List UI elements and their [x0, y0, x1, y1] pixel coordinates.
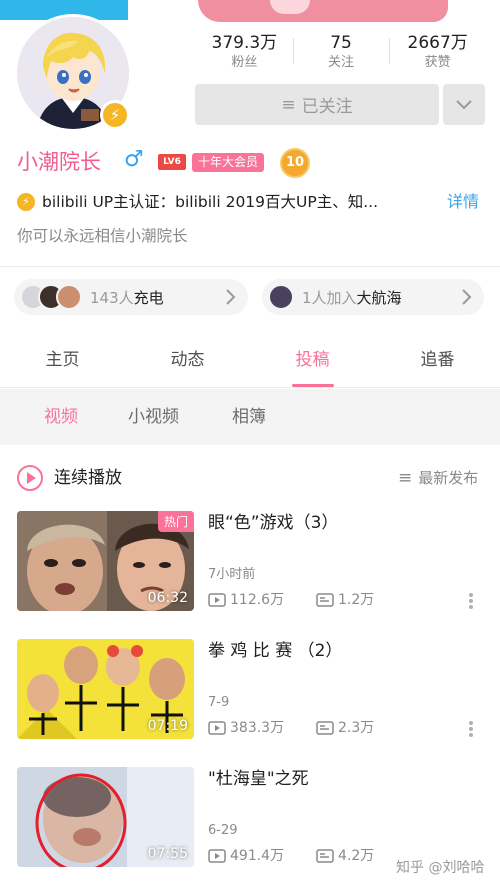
video-duration: 07:19 — [147, 718, 188, 734]
danmaku-count-value: 2.3万 — [338, 720, 375, 736]
more-options-icon[interactable] — [468, 591, 474, 611]
charge-label: 充电 — [133, 288, 164, 307]
tab-uploads[interactable]: 投稿 — [250, 333, 375, 387]
hot-badge: 热门 — [157, 511, 194, 532]
play-count-value: 491.4万 — [230, 848, 285, 864]
danmaku-icon — [316, 849, 334, 863]
supporter-avatar — [268, 284, 294, 310]
subtab-albums[interactable]: 相簿 — [232, 406, 266, 428]
play-count-value: 112.6万 — [230, 592, 285, 608]
followed-button[interactable]: ≡ 已关注 — [195, 84, 439, 125]
vip-badge[interactable]: 十年大会员 — [192, 153, 265, 172]
charge-supporters[interactable]: 143人充电 — [14, 279, 248, 315]
stat-label: 关注 — [328, 55, 355, 70]
play-count-value: 383.3万 — [230, 720, 285, 736]
video-duration: 06:32 — [147, 590, 188, 606]
followed-label: 已关注 — [301, 97, 353, 117]
stat-label: 粉丝 — [231, 55, 258, 70]
menu-icon: ≡ — [281, 94, 296, 115]
sort-selector[interactable]: ≡ 最新发布 — [398, 467, 478, 489]
video-time: 7小时前 — [208, 567, 256, 582]
profile-name: 小潮院长 — [17, 150, 101, 174]
fleet-text: 1人加入大航海 — [302, 287, 402, 308]
play-count-icon — [208, 593, 226, 607]
fleet-label: 大航海 — [356, 288, 402, 307]
stat-likes[interactable]: 2667万 获赞 — [389, 32, 486, 74]
profile-stats: 379.3万 粉丝 75 关注 2667万 获赞 — [196, 32, 486, 74]
stat-value: 379.3万 — [211, 33, 278, 53]
danmaku-count: 4.2万 — [316, 847, 374, 865]
list-icon: ≡ — [398, 468, 413, 488]
sort-label: 最新发布 — [418, 469, 479, 487]
video-item[interactable]: 07:19 拳 鸡 比 赛 （2） 7-9 383.3万 2.3万 — [0, 639, 500, 749]
watermark: 知乎 @刘哈哈 — [396, 860, 485, 876]
profile-tabs: 主页 动态 投稿 追番 — [0, 333, 500, 388]
signature: 你可以永远相信小潮院长 — [17, 227, 188, 245]
supporter-avatar — [56, 284, 82, 310]
charge-count: 143人 — [90, 288, 134, 307]
video-duration: 07:55 — [147, 846, 188, 862]
subtab-short-videos[interactable]: 小视频 — [128, 406, 179, 428]
video-thumbnail[interactable]: 热门 06:32 — [17, 511, 194, 611]
video-time: 6-29 — [208, 823, 238, 838]
chevron-right-icon — [462, 289, 472, 305]
stat-following[interactable]: 75 关注 — [292, 32, 390, 74]
banner-art — [198, 0, 448, 22]
chevron-down-icon — [456, 99, 472, 109]
level-badge[interactable]: LV6 — [158, 154, 186, 170]
stat-value: 75 — [330, 33, 352, 53]
play-count-icon — [208, 721, 226, 735]
certification-details-link[interactable]: 详情 — [447, 191, 479, 213]
play-count: 491.4万 — [208, 847, 284, 865]
video-thumbnail[interactable]: 07:55 — [17, 767, 194, 867]
danmaku-count-value: 4.2万 — [338, 848, 375, 864]
video-title[interactable]: 拳 鸡 比 赛 （2） — [208, 639, 342, 663]
video-title[interactable]: "杜海皇"之死 — [208, 767, 309, 791]
chevron-right-icon — [226, 289, 236, 305]
fleet-supporters[interactable]: 1人加入大航海 — [262, 279, 484, 315]
certification-text: bilibili UP主认证：bilibili 2019百大UP主、知... — [42, 193, 378, 211]
tab-dynamic[interactable]: 动态 — [125, 333, 250, 387]
charge-text: 143人充电 — [90, 287, 164, 308]
subtab-videos[interactable]: 视频 — [44, 406, 78, 428]
fleet-count: 1人加入 — [302, 288, 357, 307]
play-all-button[interactable]: 连续播放 — [54, 466, 122, 490]
stat-label: 获赞 — [424, 55, 451, 70]
lightning-icon: ⚡ — [17, 193, 35, 211]
divider — [0, 266, 500, 267]
play-count: 112.6万 — [208, 591, 284, 609]
play-count: 383.3万 — [208, 719, 284, 737]
stat-value: 2667万 — [407, 33, 468, 53]
danmaku-count-value: 1.2万 — [338, 592, 375, 608]
danmaku-count: 2.3万 — [316, 719, 374, 737]
lightning-icon: ⚡ — [100, 100, 130, 130]
video-time: 7-9 — [208, 695, 230, 710]
danmaku-icon — [316, 593, 334, 607]
tab-bangumi[interactable]: 追番 — [375, 333, 500, 387]
tab-home[interactable]: 主页 — [0, 333, 125, 387]
upload-subtabs: 视频 小视频 相簿 — [0, 389, 500, 445]
play-count-icon — [208, 849, 226, 863]
danmaku-icon — [316, 721, 334, 735]
danmaku-count: 1.2万 — [316, 591, 374, 609]
play-all-icon[interactable] — [17, 465, 43, 491]
video-title[interactable]: 眼“色”游戏（3） — [208, 511, 338, 535]
stat-fans[interactable]: 379.3万 粉丝 — [196, 32, 293, 74]
medal-badge[interactable]: 10 — [280, 148, 310, 178]
video-item[interactable]: 热门 06:32 眼“色”游戏（3） 7小时前 112.6万 1.2万 — [0, 511, 500, 621]
video-thumbnail[interactable]: 07:19 — [17, 639, 194, 739]
male-icon: ♂ — [124, 147, 144, 172]
follow-options-button[interactable] — [443, 84, 485, 125]
more-options-icon[interactable] — [468, 719, 474, 739]
